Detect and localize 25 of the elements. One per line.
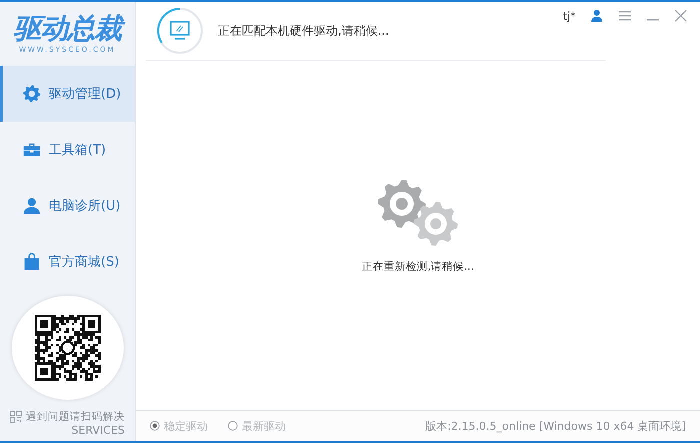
sidebar-label: 工具箱(T): [49, 142, 106, 159]
sidebar-label: 电脑诊所(U): [49, 198, 121, 215]
shopping-bag-icon: [23, 253, 41, 271]
person-icon: [23, 197, 41, 215]
sidebar-item[interactable]: 工具箱(T): [0, 122, 135, 178]
gear-icon: [23, 85, 41, 103]
menu-icon[interactable]: [618, 9, 632, 23]
sidebar-label: 官方商城(S): [49, 254, 120, 271]
sidebar-item[interactable]: 官方商城(S): [0, 234, 135, 290]
qr-icon: [10, 411, 22, 423]
sidebar-label: 驱动管理(D): [49, 86, 122, 103]
monitor-progress-icon: [156, 7, 204, 55]
user-name[interactable]: tj*: [563, 10, 576, 22]
services-caption: SERVICES: [72, 424, 126, 437]
sidebar-item[interactable]: 电脑诊所(U): [0, 178, 135, 234]
status-text: 正在匹配本机硬件驱动,请稍候...: [218, 22, 390, 40]
version-text: 版本:2.15.0.5_online [Windows 10 x64 桌面环境]: [426, 418, 686, 434]
gears-icon: [376, 178, 460, 248]
close-icon[interactable]: [674, 9, 688, 23]
toolbox-icon: [23, 141, 41, 159]
services-label: 遇到问题请扫码解决: [26, 410, 125, 424]
sidebar-item[interactable]: 驱动管理(D): [0, 66, 135, 122]
user-icon[interactable]: [590, 9, 604, 23]
qr-code: [34, 315, 100, 381]
progress-message: 正在重新检测,请稍候...: [362, 260, 474, 274]
